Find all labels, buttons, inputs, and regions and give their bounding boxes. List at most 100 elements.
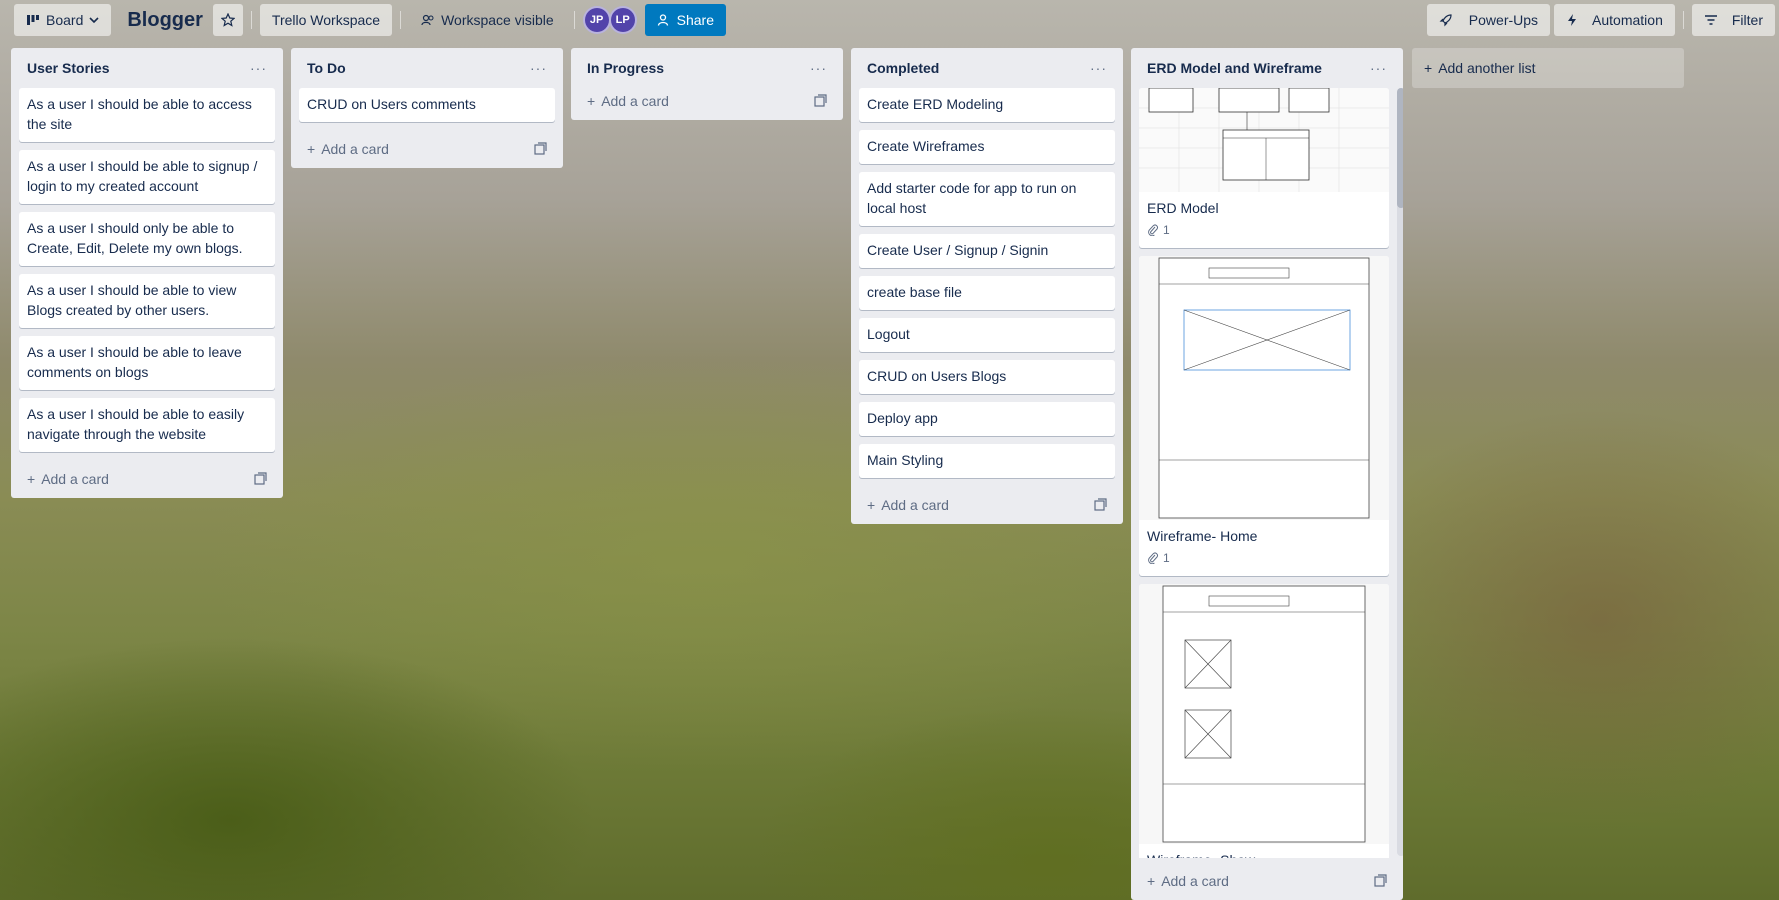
filter-icon (1704, 13, 1718, 27)
board-header: Board Blogger Trello Workspace Workspace… (0, 0, 1779, 40)
power-ups-label: Power-Ups (1468, 12, 1539, 28)
card-title: ERD Model (1147, 200, 1219, 216)
list-item[interactable]: Add starter code for app to run on local… (859, 172, 1115, 226)
add-card-label: Add a card (881, 497, 949, 513)
add-card-button[interactable]: + Add a card (579, 82, 835, 120)
list-item[interactable]: Create ERD Modeling (859, 88, 1115, 122)
card-title: Wireframe- Show (1147, 850, 1381, 858)
more-icon[interactable]: ··· (1362, 60, 1395, 76)
list-item[interactable]: Create User / Signup / Signin (859, 234, 1115, 268)
plus-icon: + (587, 93, 596, 109)
list-item[interactable]: As a user I should be able to access the… (19, 88, 275, 142)
share-label: Share (676, 12, 714, 28)
card-title: Wireframe- Home (1147, 528, 1258, 544)
list-title[interactable]: ERD Model and Wireframe (1147, 60, 1322, 76)
add-card-label: Add a card (321, 141, 389, 157)
list-item[interactable]: ERD Model 1 (1139, 88, 1389, 248)
list-item[interactable]: Wireframe- Show (1139, 584, 1389, 858)
board-view-switcher[interactable]: Board (14, 4, 112, 36)
board-icon (26, 13, 40, 27)
list-item[interactable]: As a user I should be able to view Blogs… (19, 274, 275, 328)
attachment-count: 1 (1163, 551, 1170, 565)
add-card-button[interactable]: + Add a card (1139, 862, 1395, 900)
scrollbar[interactable] (1397, 88, 1403, 856)
board-title[interactable]: Blogger (117, 4, 213, 36)
add-card-button[interactable]: + Add a card (859, 486, 1115, 524)
more-icon[interactable]: ··· (1082, 60, 1115, 76)
more-icon[interactable]: ··· (522, 60, 555, 76)
list-item[interactable]: CRUD on Users comments (299, 88, 555, 122)
list-title[interactable]: To Do (307, 60, 346, 76)
chevron-down-icon (89, 15, 99, 25)
person-add-icon (657, 13, 671, 27)
list-header: User Stories ··· (19, 48, 275, 88)
more-icon[interactable]: ··· (242, 60, 275, 76)
list-item[interactable]: As a user I should be able to easily nav… (19, 398, 275, 452)
automation-button[interactable]: Automation (1554, 4, 1675, 36)
list-header: To Do ··· (299, 48, 555, 88)
avatar[interactable]: JP (582, 6, 611, 34)
board-view-label: Board (46, 12, 84, 28)
filter-button[interactable]: Filter (1691, 4, 1775, 36)
list-item[interactable]: As a user I should be able to signup / l… (19, 150, 275, 204)
avatar[interactable]: LP (608, 6, 637, 34)
plus-icon: + (1147, 873, 1156, 889)
visibility-button[interactable]: Workspace visible (409, 4, 566, 36)
template-icon[interactable] (253, 472, 267, 486)
member-avatars: JP LP (582, 6, 637, 34)
list-erd-model-and-wireframe: ERD Model and Wireframe ··· ERD Model 1 … (1131, 48, 1403, 900)
visibility-label: Workspace visible (441, 12, 554, 28)
list-item[interactable]: Logout (859, 318, 1115, 352)
workspace-button[interactable]: Trello Workspace (259, 4, 393, 36)
list-item[interactable]: Wireframe- Home 1 (1139, 256, 1389, 576)
list-item[interactable]: create base file (859, 276, 1115, 310)
add-card-label: Add a card (1161, 873, 1229, 889)
list-item[interactable]: Deploy app (859, 402, 1115, 436)
lightning-icon (1566, 13, 1578, 27)
template-icon[interactable] (813, 94, 827, 108)
template-icon[interactable] (1093, 498, 1107, 512)
list-title[interactable]: Completed (867, 60, 939, 76)
plus-icon: + (27, 471, 36, 487)
divider (250, 11, 252, 29)
rocket-icon (1439, 13, 1453, 27)
more-icon[interactable]: ··· (802, 60, 835, 76)
power-ups-button[interactable]: Power-Ups (1426, 4, 1551, 36)
list-title[interactable]: User Stories (27, 60, 109, 76)
attachment-badge: 1 (1147, 220, 1381, 240)
list-title[interactable]: In Progress (587, 60, 664, 76)
add-card-button[interactable]: + Add a card (299, 130, 555, 168)
list-item[interactable]: As a user I should be able to leave comm… (19, 336, 275, 390)
people-icon (421, 13, 435, 27)
card-container: ERD Model 1 Wireframe- Home 1 (1139, 88, 1395, 858)
list-user-stories: User Stories ··· As a user I should be a… (11, 48, 283, 498)
wireframe-home-thumbnail (1139, 256, 1389, 520)
list-header: Completed ··· (859, 48, 1115, 88)
divider (573, 11, 575, 29)
paperclip-icon (1147, 224, 1159, 236)
paperclip-icon (1147, 552, 1159, 564)
add-card-button[interactable]: + Add a card (19, 460, 275, 498)
template-icon[interactable] (533, 142, 547, 156)
template-icon[interactable] (1373, 874, 1387, 888)
list-item[interactable]: CRUD on Users Blogs (859, 360, 1115, 394)
star-button[interactable] (212, 4, 243, 36)
list-item[interactable]: As a user I should only be able to Creat… (19, 212, 275, 266)
list-in-progress: In Progress ··· + Add a card (571, 48, 843, 120)
plus-icon: + (867, 497, 876, 513)
add-list-button[interactable]: + Add another list (1412, 48, 1684, 88)
wireframe-show-thumbnail (1139, 584, 1389, 844)
divider (1682, 11, 1684, 29)
plus-icon: + (307, 141, 316, 157)
attachment-badge: 1 (1147, 548, 1381, 568)
list-item[interactable]: Create Wireframes (859, 130, 1115, 164)
star-icon (220, 13, 235, 27)
scrollbar-thumb[interactable] (1397, 88, 1403, 208)
filter-label: Filter (1731, 12, 1763, 28)
share-button[interactable]: Share (644, 4, 726, 36)
divider (400, 11, 402, 29)
list-to-do: To Do ··· CRUD on Users comments + Add a … (291, 48, 563, 168)
add-card-label: Add a card (601, 93, 669, 109)
list-item[interactable]: Main Styling (859, 444, 1115, 478)
erd-model-thumbnail (1139, 88, 1389, 192)
